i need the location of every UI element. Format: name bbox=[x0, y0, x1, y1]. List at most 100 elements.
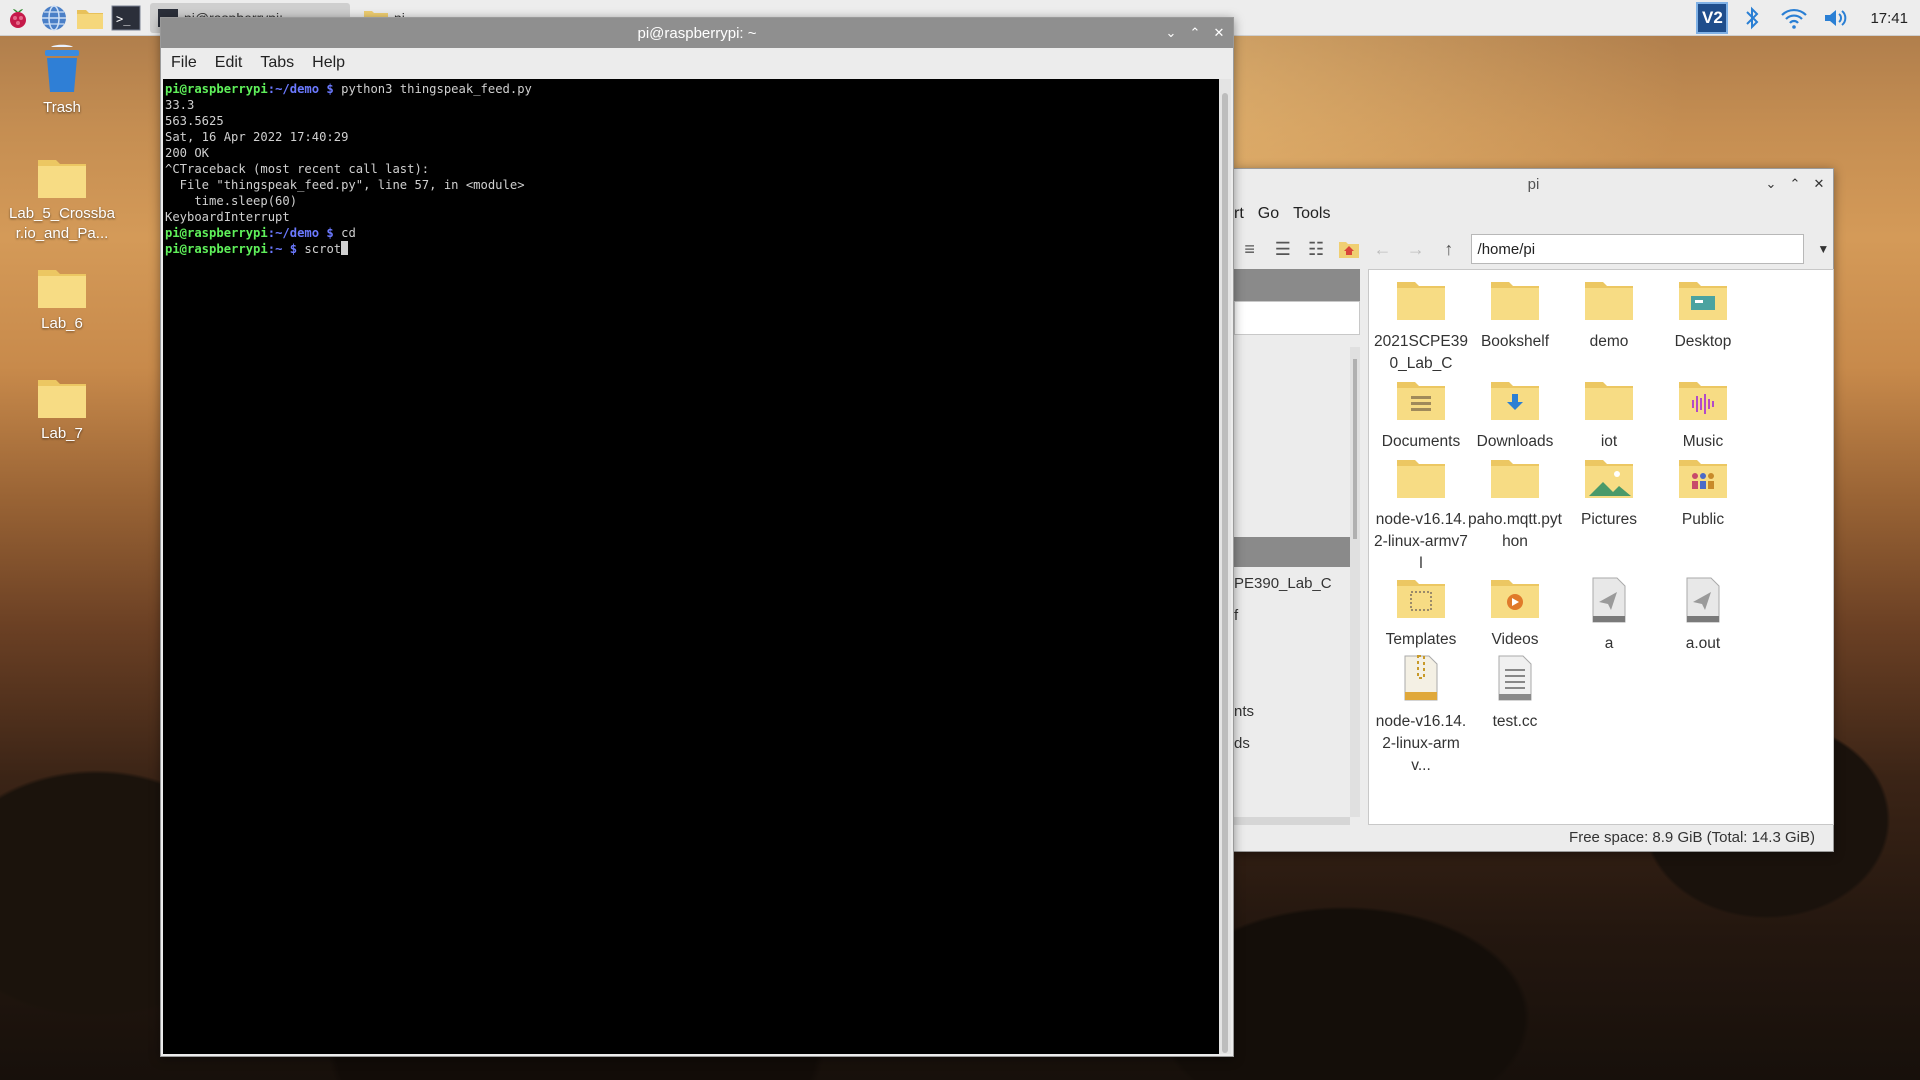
file-item[interactable]: Bookshelf bbox=[1468, 278, 1562, 353]
menu-file[interactable]: File bbox=[171, 54, 197, 72]
clock[interactable]: 17:41 bbox=[1870, 10, 1908, 27]
file-item[interactable]: node-v16.14.2-linux-armv... bbox=[1374, 654, 1468, 777]
forward-arrow-icon[interactable]: → bbox=[1404, 237, 1427, 261]
folder-icon bbox=[1585, 282, 1633, 320]
folder-icon bbox=[1491, 282, 1539, 320]
side-selected-row[interactable] bbox=[1234, 537, 1350, 567]
up-arrow-icon[interactable]: ↑ bbox=[1437, 237, 1460, 261]
file-item-label: Bookshelf bbox=[1480, 333, 1550, 350]
bluetooth-icon[interactable] bbox=[1734, 0, 1770, 36]
file-item[interactable]: demo bbox=[1562, 278, 1656, 353]
file-icon-view: 2021SCPE390_Lab_C Bookshelf demo Desktop… bbox=[1368, 269, 1834, 825]
detail-view-icon[interactable]: ☷ bbox=[1304, 237, 1327, 261]
menu-edit[interactable]: Edit bbox=[215, 54, 243, 72]
folder-icon bbox=[1397, 282, 1445, 320]
menu-go[interactable]: Go bbox=[1258, 205, 1279, 223]
system-tray: V2 17:41 bbox=[1696, 0, 1920, 36]
file-item[interactable]: Pictures bbox=[1562, 456, 1656, 531]
compact-view-icon[interactable]: ≡ bbox=[1238, 237, 1261, 261]
menu-tools[interactable]: Tools bbox=[1293, 205, 1330, 223]
back-arrow-icon[interactable]: ← bbox=[1371, 237, 1394, 261]
file-item[interactable]: Videos bbox=[1468, 576, 1562, 651]
terminal-menubar: File Edit Tabs Help bbox=[161, 48, 1233, 78]
desktop-folder-lab7[interactable]: Lab_7 bbox=[7, 376, 117, 444]
desktop-trash-label: Trash bbox=[43, 99, 81, 116]
desktop-trash[interactable]: Trash bbox=[7, 44, 117, 118]
file-item[interactable]: a.out bbox=[1656, 576, 1750, 655]
list-view-icon[interactable]: ☰ bbox=[1271, 237, 1294, 261]
pictures-folder-icon bbox=[1585, 460, 1633, 498]
desktop-folder-lab5[interactable]: Lab_5_Crossbar.io_and_Pa... bbox=[7, 156, 117, 244]
file-item[interactable]: a bbox=[1562, 576, 1656, 655]
side-item-documents[interactable]: nts bbox=[1234, 703, 1254, 720]
minimize-icon[interactable]: ⌄ bbox=[1163, 25, 1179, 41]
text-cursor bbox=[341, 241, 349, 255]
file-item[interactable]: Music bbox=[1656, 378, 1750, 453]
music-folder-icon bbox=[1679, 382, 1727, 420]
file-item-label: node-v16.14.2-linux-armv7l bbox=[1374, 511, 1468, 572]
raspberry-menu-icon[interactable] bbox=[0, 0, 36, 36]
file-item[interactable]: node-v16.14.2-linux-armv7l bbox=[1374, 456, 1468, 575]
file-item[interactable]: iot bbox=[1562, 378, 1656, 453]
file-item-label: a bbox=[1604, 635, 1614, 652]
menu-help[interactable]: Help bbox=[312, 54, 345, 72]
web-browser-icon[interactable] bbox=[36, 0, 72, 36]
file-item-label: demo bbox=[1589, 333, 1629, 350]
file-item-label: Public bbox=[1681, 511, 1725, 528]
close-icon[interactable]: ✕ bbox=[1211, 25, 1227, 41]
close-icon[interactable]: ✕ bbox=[1811, 176, 1827, 192]
terminal-scrollbar[interactable] bbox=[1219, 79, 1231, 1054]
side-item-bookshelf[interactable]: f bbox=[1234, 607, 1238, 624]
folder-icon bbox=[38, 380, 86, 418]
file-item-label: Music bbox=[1682, 433, 1724, 450]
terminal-launcher-icon[interactable]: >_ bbox=[108, 0, 144, 36]
menu-bookmarks[interactable]: rt bbox=[1234, 205, 1244, 223]
file-item-label: Pictures bbox=[1581, 511, 1637, 528]
side-item-downloads[interactable]: ds bbox=[1234, 735, 1250, 752]
desktop-folder-lab6[interactable]: Lab_6 bbox=[7, 266, 117, 334]
text-file-icon bbox=[1498, 655, 1532, 701]
file-item[interactable]: paho.mqtt.python bbox=[1468, 456, 1562, 553]
videos-folder-icon bbox=[1491, 580, 1539, 618]
vnc-icon[interactable]: V2 bbox=[1696, 2, 1729, 34]
volume-icon[interactable] bbox=[1818, 0, 1854, 36]
file-item[interactable]: 2021SCPE390_Lab_C bbox=[1374, 278, 1468, 375]
file-item-label: 2021SCPE390_Lab_C bbox=[1374, 333, 1468, 372]
side-scrollbar[interactable] bbox=[1350, 347, 1360, 817]
side-tab-area bbox=[1234, 301, 1360, 335]
maximize-icon[interactable]: ⌃ bbox=[1187, 25, 1203, 41]
file-item[interactable]: Templates bbox=[1374, 576, 1468, 651]
minimize-icon[interactable]: ⌄ bbox=[1763, 176, 1779, 192]
menu-tabs[interactable]: Tabs bbox=[260, 54, 294, 72]
terminal-titlebar[interactable]: pi@raspberrypi: ~ ⌄ ⌃ ✕ bbox=[161, 18, 1233, 48]
terminal-output[interactable]: pi@raspberrypi:~/demo $ python3 thingspe… bbox=[163, 79, 1219, 1054]
command-text: scrot bbox=[297, 242, 342, 256]
terminal-line: 563.5625 bbox=[165, 114, 224, 128]
file-item[interactable]: Downloads bbox=[1468, 378, 1562, 453]
file-item[interactable]: Desktop bbox=[1656, 278, 1750, 353]
terminal-line: 200 OK bbox=[165, 146, 210, 160]
file-item[interactable]: Public bbox=[1656, 456, 1750, 531]
path-input[interactable]: /home/pi bbox=[1470, 234, 1804, 264]
file-manager-titlebar[interactable]: pi ⌄ ⌃ ✕ bbox=[1234, 169, 1833, 199]
file-item[interactable]: Documents bbox=[1374, 378, 1468, 453]
chevron-down-icon[interactable]: ▼ bbox=[1814, 242, 1833, 256]
prompt-user: pi@raspberrypi bbox=[165, 82, 268, 96]
side-item-lab[interactable]: PE390_Lab_C bbox=[1234, 575, 1332, 592]
maximize-icon[interactable]: ⌃ bbox=[1787, 176, 1803, 192]
executable-icon bbox=[1686, 577, 1720, 623]
file-item[interactable]: test.cc bbox=[1468, 654, 1562, 733]
desktop-folder-lab5-label: Lab_5_Crossbar.io_and_Pa... bbox=[9, 205, 115, 242]
terminal-line: time.sleep(60) bbox=[165, 194, 298, 208]
prompt-user: pi@raspberrypi bbox=[165, 226, 268, 240]
file-manager-icon[interactable] bbox=[72, 0, 108, 36]
side-scroll-thumb[interactable] bbox=[1353, 359, 1357, 539]
file-item-label: node-v16.14.2-linux-armv... bbox=[1375, 713, 1467, 774]
terminal-line: pi@raspberrypi:~/demo $ cd bbox=[165, 225, 1217, 241]
terminal-scroll-thumb[interactable] bbox=[1222, 93, 1228, 1053]
folder-icon bbox=[38, 270, 86, 308]
terminal-window: pi@raspberrypi: ~ ⌄ ⌃ ✕ File Edit Tabs H… bbox=[160, 17, 1234, 1057]
home-icon[interactable] bbox=[1338, 237, 1361, 261]
command-text: python3 thingspeak_feed.py bbox=[333, 82, 532, 96]
wifi-icon[interactable] bbox=[1776, 0, 1812, 36]
